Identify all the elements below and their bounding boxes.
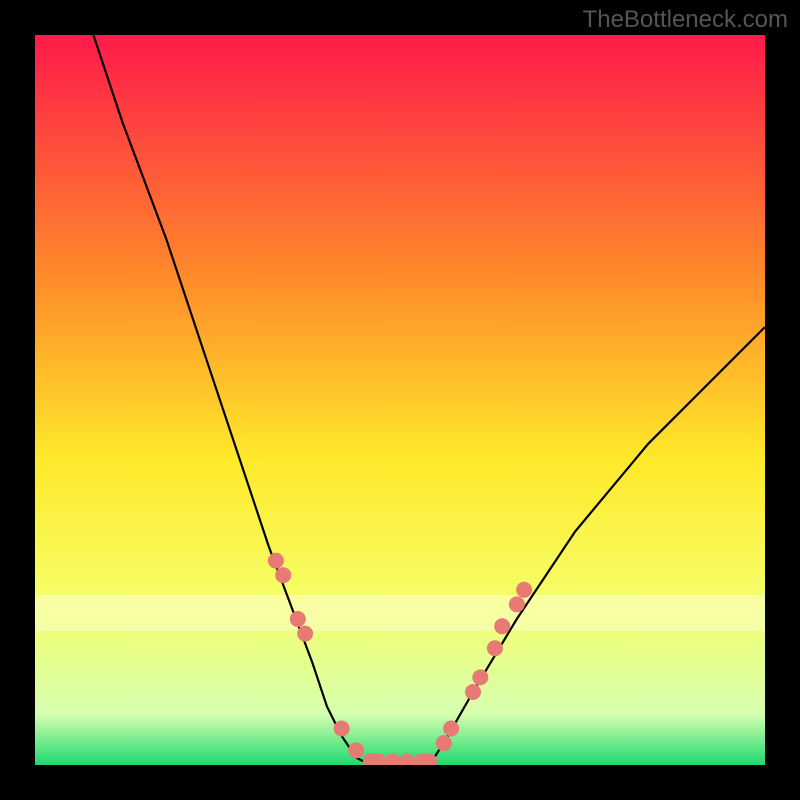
marker-dot [472, 669, 488, 685]
marker-dot [494, 618, 510, 634]
marker-dot [436, 735, 452, 751]
watermark-text: TheBottleneck.com [583, 6, 788, 34]
marker-dot [334, 721, 350, 737]
marker-dot [465, 684, 481, 700]
chart-plot-area [35, 35, 765, 765]
marker-dot [516, 582, 532, 598]
marker-dot [348, 742, 364, 758]
marker-dot [290, 611, 306, 627]
marker-dot [443, 721, 459, 737]
gradient-background [35, 35, 765, 765]
marker-dot [509, 596, 525, 612]
pale-band [35, 595, 765, 631]
chart-svg [35, 35, 765, 765]
marker-dot [268, 553, 284, 569]
marker-dot [487, 640, 503, 656]
marker-dot [297, 626, 313, 642]
marker-dot [275, 567, 291, 583]
